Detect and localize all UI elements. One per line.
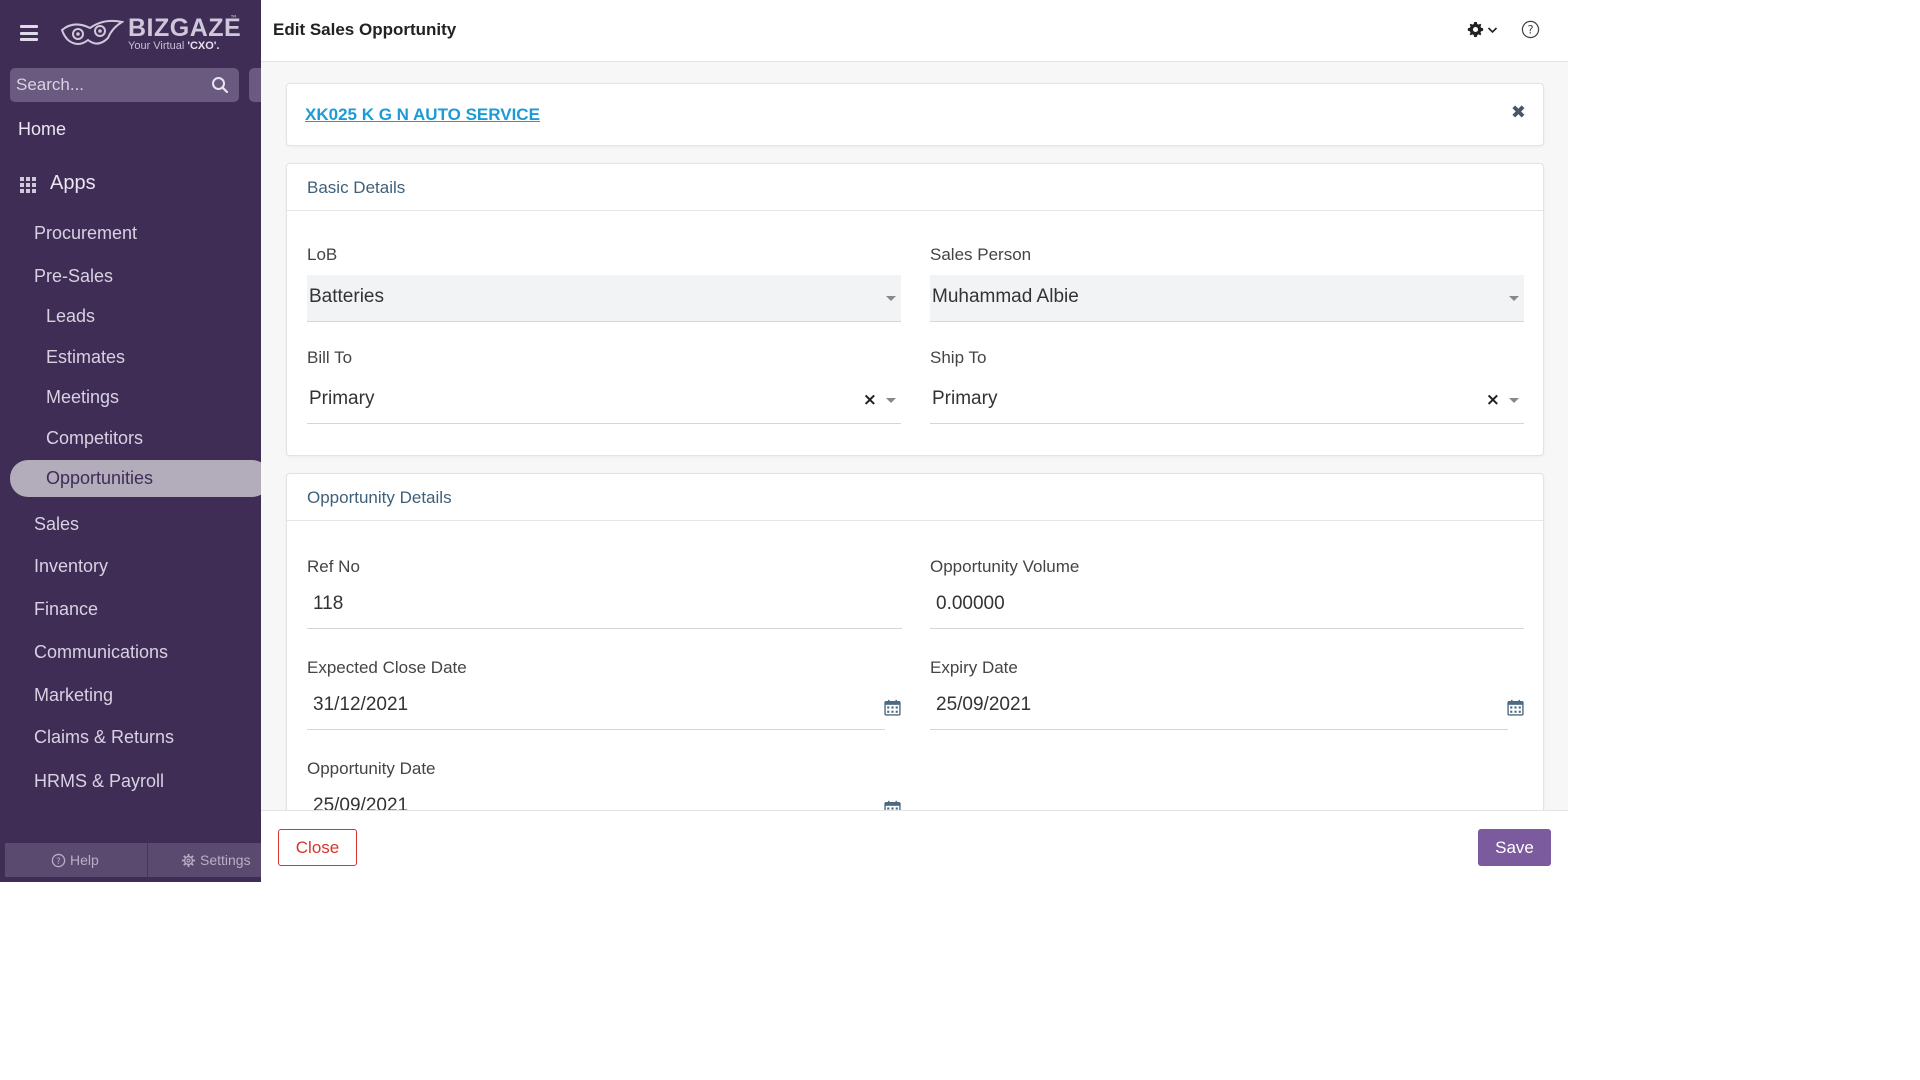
opportunity-volume-field[interactable]: 0.00000 <box>930 582 1524 629</box>
page-settings-menu[interactable] <box>1467 21 1498 38</box>
sidebar-item-home[interactable]: Home <box>18 119 66 140</box>
help-icon: ? <box>51 853 66 867</box>
sidebar-search <box>10 68 239 102</box>
logo-tagline: Your Virtual 'CXO'. <box>128 40 219 52</box>
page-header: Edit Sales Opportunity ? <box>261 0 1568 62</box>
svg-text:?: ? <box>56 855 60 865</box>
caret-down-icon <box>886 398 896 403</box>
expected-close-date-value: 31/12/2021 <box>313 694 409 715</box>
account-card: XK025 K G N AUTO SERVICE ✖ <box>286 83 1544 146</box>
ref-no-field[interactable]: 118 <box>307 582 902 629</box>
form-footer: Close Save <box>261 810 1568 882</box>
sidebar-item-estimates[interactable]: Estimates <box>46 347 125 368</box>
section-divider <box>287 210 1543 211</box>
sidebar-item-marketing[interactable]: Marketing <box>34 685 113 706</box>
sidebar-item-procurement[interactable]: Procurement <box>34 223 137 244</box>
help-label: Help <box>70 852 99 868</box>
bill-to-label: Bill To <box>307 348 353 367</box>
opportunity-details-section: Opportunity Details Ref No 118 Opportuni… <box>286 473 1544 810</box>
logo-tagline-bold: 'CXO'. <box>187 40 220 52</box>
chevron-down-icon <box>1487 26 1498 33</box>
settings-label: Settings <box>200 852 251 868</box>
ship-to-select[interactable]: Primary × <box>930 377 1524 424</box>
lob-select[interactable]: Batteries <box>307 275 901 322</box>
logo-trademark: ™ <box>230 14 238 23</box>
opportunity-date-field[interactable]: 25/09/2021 <box>307 784 885 810</box>
sidebar-item-opportunities[interactable]: Opportunities <box>46 468 153 489</box>
sidebar-item-inventory[interactable]: Inventory <box>34 556 108 577</box>
caret-down-icon <box>886 296 896 301</box>
section-title-opportunity-details: Opportunity Details <box>307 488 452 507</box>
opportunity-volume-label: Opportunity Volume <box>930 557 1080 576</box>
ship-to-value: Primary <box>932 388 998 409</box>
lob-label: LoB <box>307 245 338 264</box>
bizgaze-logo: BIZGAZE ™ Your Virtual 'CXO'. <box>60 14 250 54</box>
sidebar-header: BIZGAZE ™ Your Virtual 'CXO'. <box>0 0 261 66</box>
help-circle-icon[interactable]: ? <box>1521 20 1540 39</box>
gear-icon <box>181 853 196 867</box>
account-link[interactable]: XK025 K G N AUTO SERVICE <box>305 105 540 125</box>
ref-no-label: Ref No <box>307 557 360 576</box>
sidebar-item-meetings[interactable]: Meetings <box>46 387 119 408</box>
settings-button[interactable]: Settings <box>181 843 251 877</box>
apps-grid-icon <box>20 177 36 193</box>
sidebar-item-finance[interactable]: Finance <box>34 599 98 620</box>
calendar-icon[interactable] <box>1507 699 1524 716</box>
logo-tagline-prefix: Your Virtual <box>128 40 188 52</box>
gear-icon <box>1467 21 1484 38</box>
search-side-tab <box>249 68 261 102</box>
bill-to-select[interactable]: Primary × <box>307 377 901 424</box>
search-input[interactable] <box>16 72 206 98</box>
form-content: XK025 K G N AUTO SERVICE ✖ Basic Details… <box>261 63 1568 810</box>
main-panel: Edit Sales Opportunity ? XK025 K G N AUT… <box>261 0 1568 882</box>
expiry-date-field[interactable]: 25/09/2021 <box>930 683 1508 730</box>
close-icon[interactable]: ✖ <box>1511 102 1526 123</box>
opportunity-date-label: Opportunity Date <box>307 759 436 778</box>
sales-person-select[interactable]: Muhammad Albie <box>930 275 1524 322</box>
lob-value: Batteries <box>309 286 384 307</box>
sales-person-value: Muhammad Albie <box>932 286 1079 307</box>
owl-logo-icon <box>60 19 124 45</box>
sidebar-item-sales[interactable]: Sales <box>34 514 79 535</box>
sidebar-footer: ? Help Settings <box>5 843 261 877</box>
logo-brand: BIZGAZE <box>128 14 242 42</box>
sidebar-footer-divider <box>147 843 148 877</box>
sidebar-item-competitors[interactable]: Competitors <box>46 428 143 449</box>
caret-down-icon <box>1509 296 1519 301</box>
apps-label: Apps <box>50 172 96 194</box>
sidebar-item-hrms-payroll[interactable]: HRMS & Payroll <box>34 771 164 792</box>
sidebar-item-pre-sales[interactable]: Pre-Sales <box>34 266 113 287</box>
hamburger-menu-icon[interactable] <box>20 25 38 41</box>
page-title: Edit Sales Opportunity <box>273 20 457 39</box>
section-title-basic-details: Basic Details <box>307 178 406 197</box>
opportunity-volume-value: 0.00000 <box>936 593 1005 614</box>
clear-icon[interactable]: × <box>1486 390 1500 410</box>
bill-to-value: Primary <box>309 388 375 409</box>
calendar-icon[interactable] <box>884 800 901 810</box>
sales-person-label: Sales Person <box>930 245 1032 264</box>
clear-icon[interactable]: × <box>863 390 877 410</box>
opportunity-date-value: 25/09/2021 <box>313 795 409 810</box>
basic-details-section: Basic Details LoB Batteries Sales Person… <box>286 163 1544 456</box>
help-button[interactable]: ? Help <box>51 843 99 877</box>
sidebar-item-communications[interactable]: Communications <box>34 642 168 663</box>
caret-down-icon <box>1509 398 1519 403</box>
close-button[interactable]: Close <box>278 829 357 866</box>
save-button[interactable]: Save <box>1478 829 1551 866</box>
sidebar-item-leads[interactable]: Leads <box>46 306 95 327</box>
expected-close-date-label: Expected Close Date <box>307 658 467 677</box>
expected-close-date-field[interactable]: 31/12/2021 <box>307 683 885 730</box>
sidebar-item-claims-returns[interactable]: Claims & Returns <box>34 727 174 748</box>
svg-text:?: ? <box>1527 23 1533 37</box>
ship-to-label: Ship To <box>930 348 987 367</box>
expiry-date-label: Expiry Date <box>930 658 1018 677</box>
section-divider <box>287 520 1543 521</box>
ref-no-value: 118 <box>313 593 344 614</box>
expiry-date-value: 25/09/2021 <box>936 694 1032 715</box>
sidebar: BIZGAZE ™ Your Virtual 'CXO'. Home Apps … <box>0 0 261 882</box>
calendar-icon[interactable] <box>884 699 901 716</box>
search-icon[interactable] <box>211 76 229 94</box>
